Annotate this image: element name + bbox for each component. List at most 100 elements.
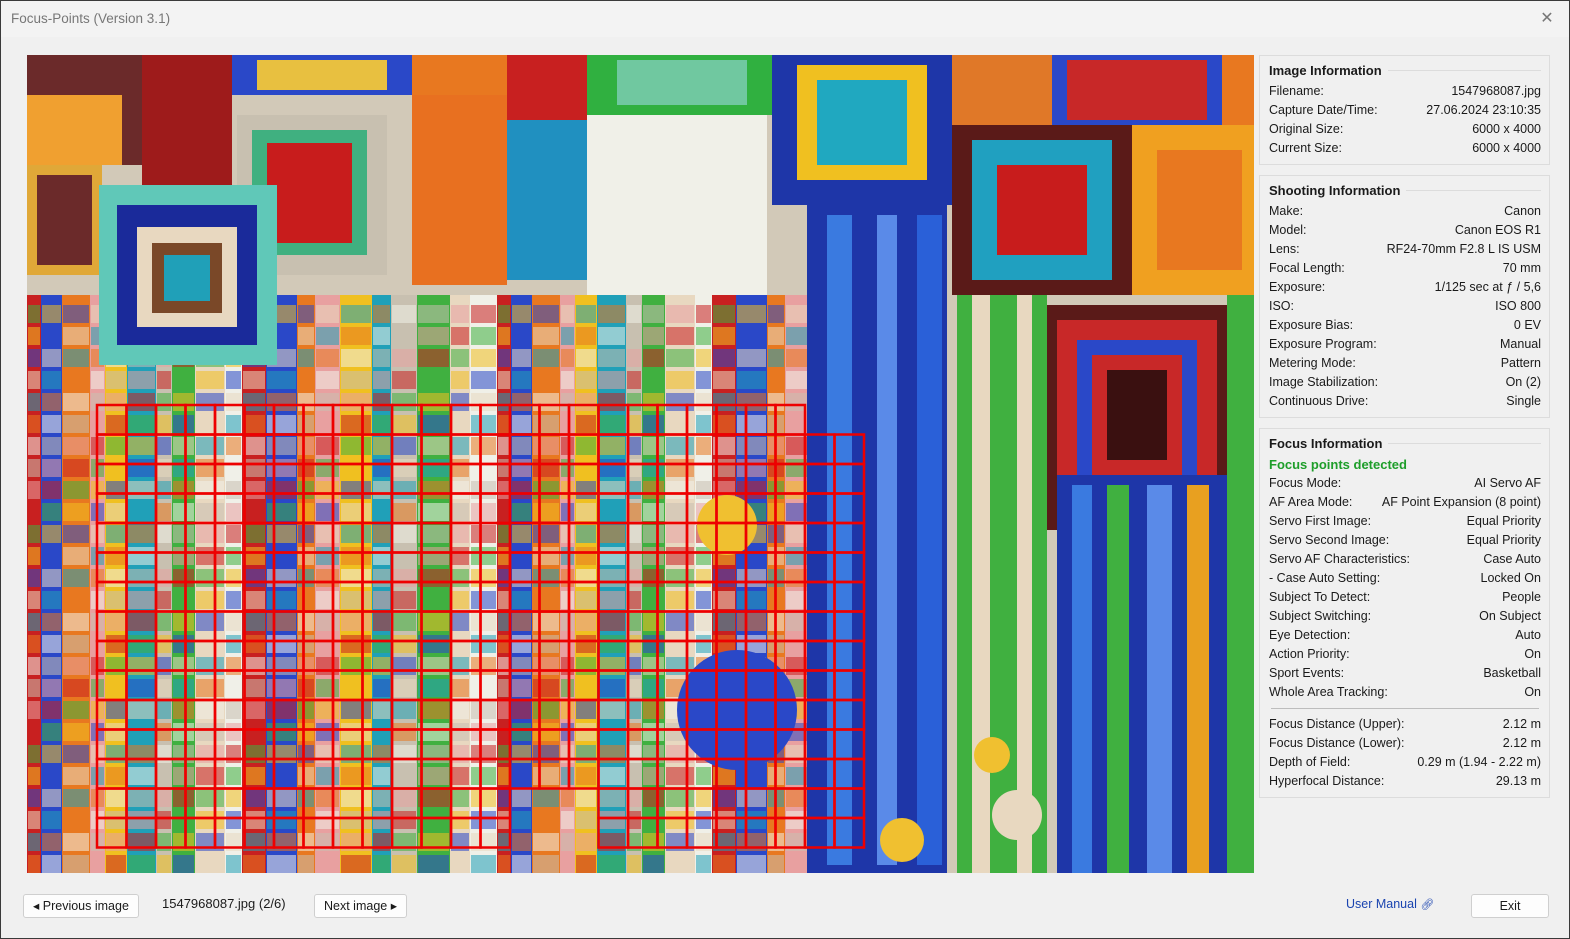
shooting-info-label: Focal Length:	[1269, 261, 1345, 275]
focus-info-row: Whole Area Tracking: On	[1269, 683, 1541, 702]
focus-info-label: Servo Second Image:	[1269, 533, 1390, 547]
focus-info-row: Subject To Detect: People	[1269, 588, 1541, 607]
previous-image-button[interactable]: ◂ Previous image	[23, 894, 139, 918]
image-information-group: Image Information Filename: 1547968087.jp…	[1259, 55, 1550, 165]
focus-info-label: Servo First Image:	[1269, 514, 1372, 528]
focus-info-value: Case Auto	[1483, 552, 1541, 566]
focus-distance-label: Focus Distance (Lower):	[1269, 736, 1405, 750]
focus-info-value: Auto	[1515, 628, 1541, 642]
focus-info-row: AF Area Mode: AF Point Expansion (8 point…	[1269, 493, 1541, 512]
focus-info-row: Eye Detection: Auto	[1269, 626, 1541, 645]
focus-info-value: On Subject	[1479, 609, 1541, 623]
title-bar: Focus-Points (Version 3.1) ✕	[1, 1, 1569, 37]
focus-info-value: AI Servo AF	[1474, 476, 1541, 490]
shooting-info-row: Model: Canon EOS R1	[1269, 221, 1541, 240]
dialog-content: Image Information Filename: 1547968087.jp…	[1, 37, 1569, 938]
focus-info-row: Servo First Image: Equal Priority	[1269, 512, 1541, 531]
focus-info-row: - Case Auto Setting: Locked On	[1269, 569, 1541, 588]
user-manual-link[interactable]: User Manual 🔗︎	[1346, 897, 1434, 911]
close-icon[interactable]: ✕	[1533, 5, 1561, 31]
focus-distance-label: Depth of Field:	[1269, 755, 1351, 769]
shooting-info-value: On (2)	[1505, 375, 1541, 389]
focus-info-value: Basketball	[1483, 666, 1541, 680]
focus-info-value: Locked On	[1480, 571, 1541, 585]
image-info-row: Capture Date/Time: 27.06.2024 23:10:35	[1269, 101, 1541, 120]
focus-info-label: Servo AF Characteristics:	[1269, 552, 1411, 566]
image-info-value: 1547968087.jpg	[1451, 84, 1541, 98]
focus-distance-rows: Focus Distance (Upper): 2.12 m Focus Dista…	[1269, 715, 1541, 791]
shooting-info-row: Exposure Program: Manual	[1269, 335, 1541, 354]
image-info-row: Original Size: 6000 x 4000	[1269, 120, 1541, 139]
focus-info-label: Whole Area Tracking:	[1269, 685, 1388, 699]
shooting-info-label: Lens:	[1269, 242, 1300, 256]
shooting-info-label: Continuous Drive:	[1269, 394, 1369, 408]
image-info-label: Current Size:	[1269, 141, 1342, 155]
focus-info-label: AF Area Mode:	[1269, 495, 1353, 509]
focus-information-title: Focus Information	[1269, 436, 1541, 451]
shooting-info-row: Metering Mode: Pattern	[1269, 354, 1541, 373]
shooting-info-label: Exposure:	[1269, 280, 1326, 294]
photo-mosaic	[27, 55, 1254, 873]
shooting-info-label: Make:	[1269, 204, 1304, 218]
current-file-label: 1547968087.jpg (2/6)	[162, 896, 286, 911]
focus-distance-label: Focus Distance (Upper):	[1269, 717, 1405, 731]
shooting-info-row: ISO: ISO 800	[1269, 297, 1541, 316]
focus-information-rows: Focus Mode: AI Servo AF AF Area Mode: AF Po…	[1269, 474, 1541, 702]
shooting-info-row: Continuous Drive: Single	[1269, 392, 1541, 411]
exit-button[interactable]: Exit	[1471, 894, 1549, 918]
image-info-label: Capture Date/Time:	[1269, 103, 1378, 117]
focus-info-label: Subject To Detect:	[1269, 590, 1371, 604]
shooting-information-group: Shooting Information Make: Canon Model: Can…	[1259, 175, 1550, 418]
focus-info-row: Subject Switching: On Subject	[1269, 607, 1541, 626]
focus-distance-value: 2.12 m	[1502, 736, 1541, 750]
focus-distance-value: 2.12 m	[1502, 717, 1541, 731]
focus-distance-value: 0.29 m (1.94 - 2.22 m)	[1417, 755, 1541, 769]
shooting-info-value: 1/125 sec at ƒ / 5,6	[1434, 280, 1541, 294]
shooting-info-value: RF24-70mm F2.8 L IS USM	[1386, 242, 1541, 256]
shooting-info-row: Image Stabilization: On (2)	[1269, 373, 1541, 392]
shooting-info-value: Manual	[1500, 337, 1541, 351]
focus-distance-row: Depth of Field: 0.29 m (1.94 - 2.22 m)	[1269, 753, 1541, 772]
focus-info-row: Servo AF Characteristics: Case Auto	[1269, 550, 1541, 569]
focus-distance-label: Hyperfocal Distance:	[1269, 774, 1385, 788]
shooting-info-row: Make: Canon	[1269, 202, 1541, 221]
shooting-info-value: Single	[1506, 394, 1541, 408]
focus-status: Focus points detected	[1269, 457, 1407, 472]
focus-distance-row: Focus Distance (Upper): 2.12 m	[1269, 715, 1541, 734]
bottom-toolbar: ◂ Previous image 1547968087.jpg (2/6) Ne…	[1, 892, 1569, 922]
shooting-info-label: Image Stabilization:	[1269, 375, 1379, 389]
focus-info-label: - Case Auto Setting:	[1269, 571, 1381, 585]
shooting-info-row: Exposure: 1/125 sec at ƒ / 5,6	[1269, 278, 1541, 297]
shooting-info-value: Canon EOS R1	[1454, 223, 1541, 237]
shooting-info-label: Model:	[1269, 223, 1307, 237]
focus-info-row: Focus Mode: AI Servo AF	[1269, 474, 1541, 493]
shooting-information-rows: Make: Canon Model: Canon EOS R1 Lens: RF24-70…	[1269, 202, 1541, 411]
focus-information-group: Focus Information Focus points detected …	[1259, 428, 1550, 798]
image-information-title: Image Information	[1269, 63, 1541, 78]
image-information-rows: Filename: 1547968087.jpg Capture Date/Time…	[1269, 82, 1541, 158]
shooting-info-label: ISO:	[1269, 299, 1295, 313]
window-title: Focus-Points (Version 3.1)	[11, 11, 171, 26]
focus-info-row: Servo Second Image: Equal Priority	[1269, 531, 1541, 550]
focus-info-label: Eye Detection:	[1269, 628, 1351, 642]
focus-distance-row: Focus Distance (Lower): 2.12 m	[1269, 734, 1541, 753]
focus-distance-row: Hyperfocal Distance: 29.13 m	[1269, 772, 1541, 791]
user-manual-label: User Manual	[1346, 897, 1417, 911]
shooting-info-value: 0 EV	[1513, 318, 1541, 332]
focus-info-row: Action Priority: On	[1269, 645, 1541, 664]
shooting-info-label: Exposure Program:	[1269, 337, 1377, 351]
image-info-label: Original Size:	[1269, 122, 1344, 136]
shooting-info-label: Exposure Bias:	[1269, 318, 1354, 332]
focus-distance-value: 29.13 m	[1495, 774, 1541, 788]
shooting-info-value: Pattern	[1500, 356, 1541, 370]
image-info-value: 6000 x 4000	[1472, 122, 1541, 136]
focus-separator	[1271, 708, 1539, 709]
external-link-icon: 🔗︎	[1420, 899, 1435, 911]
next-image-button[interactable]: Next image ▸	[314, 894, 407, 918]
focus-info-value: Equal Priority	[1466, 514, 1541, 528]
focus-info-value: On	[1524, 685, 1541, 699]
focus-info-label: Subject Switching:	[1269, 609, 1372, 623]
focus-info-label: Sport Events:	[1269, 666, 1345, 680]
info-panel: Image Information Filename: 1547968087.jp…	[1259, 55, 1550, 808]
focus-info-label: Action Priority:	[1269, 647, 1350, 661]
